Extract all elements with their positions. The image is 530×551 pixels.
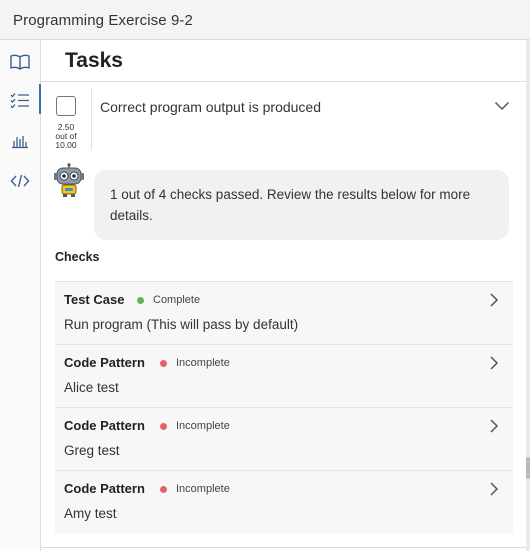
check-description: Amy test bbox=[64, 506, 117, 521]
check-title: Code Pattern bbox=[64, 481, 145, 496]
check-item[interactable]: Code Pattern Incomplete Greg test bbox=[55, 407, 513, 470]
status-dot bbox=[160, 486, 167, 493]
feedback-message: 1 out of 4 checks passed. Review the res… bbox=[94, 170, 509, 240]
check-description: Run program (This will pass by default) bbox=[64, 317, 299, 332]
page-title: Tasks bbox=[65, 49, 123, 72]
checks-heading: Checks bbox=[55, 250, 100, 264]
divider bbox=[41, 547, 526, 548]
status-dot bbox=[160, 360, 167, 367]
check-description: Greg test bbox=[64, 443, 120, 458]
status-dot bbox=[137, 297, 144, 304]
code-icon[interactable] bbox=[8, 169, 32, 193]
check-title: Code Pattern bbox=[64, 355, 145, 370]
status-badge: Incomplete bbox=[176, 420, 230, 432]
task-row[interactable]: 2.50 out of 10.00 Correct program output… bbox=[41, 82, 526, 152]
check-title: Code Pattern bbox=[64, 418, 145, 433]
status-badge: Complete bbox=[153, 294, 201, 306]
book-icon[interactable] bbox=[8, 50, 32, 74]
check-item[interactable]: Test Case Complete Run program (This wil… bbox=[55, 281, 513, 344]
sidebar bbox=[0, 40, 41, 551]
task-list-icon[interactable] bbox=[8, 84, 41, 114]
chevron-down-icon[interactable] bbox=[494, 98, 510, 116]
divider bbox=[91, 88, 92, 150]
tasks-panel: Tasks 2.50 out of 10.00 Correct program … bbox=[41, 40, 526, 551]
status-badge: Incomplete bbox=[176, 357, 230, 369]
status-badge: Incomplete bbox=[176, 483, 230, 495]
title-bar: Programming Exercise 9-2 bbox=[0, 0, 530, 40]
check-item[interactable]: Code Pattern Incomplete Amy test bbox=[55, 470, 513, 533]
task-score: 2.50 out of 10.00 bbox=[49, 123, 83, 150]
score-total: 10.00 bbox=[55, 140, 77, 150]
status-dot bbox=[160, 423, 167, 430]
bar-chart-icon[interactable] bbox=[8, 129, 32, 153]
window-title: Programming Exercise 9-2 bbox=[13, 12, 193, 29]
chevron-right-icon[interactable] bbox=[489, 292, 499, 313]
task-checkbox[interactable] bbox=[56, 96, 76, 116]
chevron-right-icon[interactable] bbox=[489, 355, 499, 376]
scrollbar[interactable] bbox=[526, 40, 530, 551]
chevron-right-icon[interactable] bbox=[489, 418, 499, 439]
check-item[interactable]: Code Pattern Incomplete Alice test bbox=[55, 344, 513, 407]
check-description: Alice test bbox=[64, 380, 119, 395]
robot-avatar-icon bbox=[53, 163, 85, 197]
tasks-header: Tasks bbox=[41, 40, 526, 82]
chevron-right-icon[interactable] bbox=[489, 481, 499, 502]
task-title: Correct program output is produced bbox=[100, 99, 321, 115]
scrollbar-thumb[interactable] bbox=[526, 457, 530, 479]
check-title: Test Case bbox=[64, 292, 125, 307]
